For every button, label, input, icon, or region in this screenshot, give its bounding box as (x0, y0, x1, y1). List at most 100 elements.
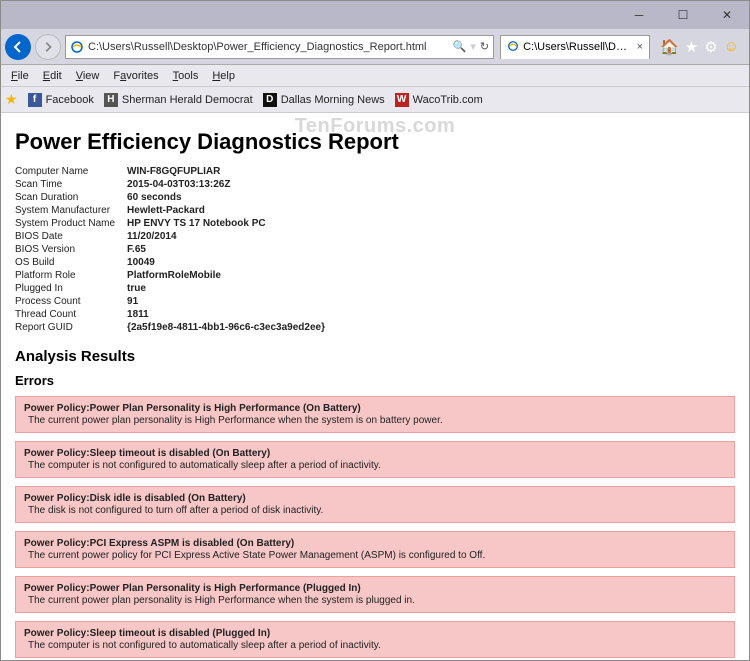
maximize-button[interactable]: ☐ (661, 1, 705, 29)
error-desc: The disk is not configured to turn off a… (24, 505, 726, 516)
titlebar: ─ ☐ ✕ (1, 1, 749, 29)
menu-edit[interactable]: Edit (37, 68, 68, 84)
error-title: Power Policy:Sleep timeout is disabled (… (24, 628, 726, 639)
meta-table: Computer NameWIN-F8GQFUPLIARScan Time201… (15, 165, 331, 334)
error-title: Power Policy:PCI Express ASPM is disable… (24, 538, 726, 549)
meta-value: 11/20/2014 (121, 230, 331, 243)
meta-row: Platform RolePlatformRoleMobile (15, 269, 331, 282)
error-item: Power Policy:Sleep timeout is disabled (… (15, 621, 735, 658)
meta-value: true (121, 282, 331, 295)
favorites-star-icon[interactable]: ★ (685, 38, 698, 56)
forward-button[interactable] (35, 34, 61, 60)
error-item: Power Policy:Power Plan Personality is H… (15, 576, 735, 613)
error-title: Power Policy:Sleep timeout is disabled (… (24, 448, 726, 459)
error-desc: The computer is not configured to automa… (24, 640, 726, 651)
meta-key: Scan Time (15, 178, 121, 191)
favorites-bar: ★ fFacebook HSherman Herald Democrat DDa… (1, 87, 749, 113)
browser-tab[interactable]: C:\Users\Russell\Desktop\P... × (500, 35, 650, 59)
fav-waco[interactable]: WWacoTrib.com (395, 93, 483, 107)
facebook-icon: f (28, 93, 42, 107)
page-title: Power Efficiency Diagnostics Report (15, 129, 735, 155)
meta-key: Platform Role (15, 269, 121, 282)
meta-key: Scan Duration (15, 191, 121, 204)
meta-value: 1811 (121, 308, 331, 321)
meta-key: OS Build (15, 256, 121, 269)
error-item: Power Policy:Disk idle is disabled (On B… (15, 486, 735, 523)
nav-toolbar: 🔍 ▾ ↻ C:\Users\Russell\Desktop\P... × 🏠 … (1, 29, 749, 65)
page-content[interactable]: Power Efficiency Diagnostics Report Comp… (1, 113, 749, 660)
fav-dallas[interactable]: DDallas Morning News (263, 93, 385, 107)
nav-right-icons: 🏠 ★ ⚙ ☺ (654, 38, 745, 56)
smiley-icon[interactable]: ☺ (724, 38, 739, 55)
meta-key: System Manufacturer (15, 204, 121, 217)
meta-row: Report GUID{2a5f19e8-4811-4bb1-96c6-c3ec… (15, 321, 331, 334)
errors-list: Power Policy:Power Plan Personality is H… (15, 396, 735, 658)
meta-row: BIOS Date11/20/2014 (15, 230, 331, 243)
meta-value: 91 (121, 295, 331, 308)
close-button[interactable]: ✕ (705, 1, 749, 29)
meta-row: BIOS VersionF.65 (15, 243, 331, 256)
tab-title: C:\Users\Russell\Desktop\P... (523, 41, 633, 53)
browser-window: ─ ☐ ✕ 🔍 ▾ ↻ C:\Users\Russell\Desktop\P..… (0, 0, 750, 661)
meta-value: F.65 (121, 243, 331, 256)
menu-view[interactable]: View (70, 68, 106, 84)
menu-help[interactable]: Help (206, 68, 241, 84)
meta-row: Scan Duration60 seconds (15, 191, 331, 204)
minimize-button[interactable]: ─ (617, 1, 661, 29)
meta-value: Hewlett-Packard (121, 204, 331, 217)
error-item: Power Policy:PCI Express ASPM is disable… (15, 531, 735, 568)
meta-key: Process Count (15, 295, 121, 308)
meta-value: WIN-F8GQFUPLIAR (121, 165, 331, 178)
error-desc: The current power plan personality is Hi… (24, 415, 726, 426)
meta-value: {2a5f19e8-4811-4bb1-96c6-c3ec3a9ed2ee} (121, 321, 331, 334)
settings-gear-icon[interactable]: ⚙ (704, 38, 717, 56)
error-item: Power Policy:Power Plan Personality is H… (15, 396, 735, 433)
ie-page-icon (507, 40, 519, 55)
error-desc: The computer is not configured to automa… (24, 460, 726, 471)
meta-key: BIOS Date (15, 230, 121, 243)
ie-page-icon (70, 40, 84, 54)
add-favorite-icon[interactable]: ★ (5, 91, 18, 108)
refresh-icon[interactable]: ↻ (480, 40, 489, 53)
error-desc: The current power policy for PCI Express… (24, 550, 726, 561)
fav-sherman[interactable]: HSherman Herald Democrat (104, 93, 253, 107)
meta-row: Thread Count1811 (15, 308, 331, 321)
error-desc: The current power plan personality is Hi… (24, 595, 726, 606)
meta-value: 10049 (121, 256, 331, 269)
error-item: Power Policy:Sleep timeout is disabled (… (15, 441, 735, 478)
errors-heading: Errors (15, 373, 735, 388)
menu-favorites[interactable]: Favorites (107, 68, 164, 84)
meta-key: System Product Name (15, 217, 121, 230)
address-input[interactable] (88, 41, 453, 53)
error-title: Power Policy:Power Plan Personality is H… (24, 583, 726, 594)
home-icon[interactable]: 🏠 (660, 38, 679, 56)
meta-row: Process Count91 (15, 295, 331, 308)
meta-value: HP ENVY TS 17 Notebook PC (121, 217, 331, 230)
meta-row: Scan Time2015-04-03T03:13:26Z (15, 178, 331, 191)
error-title: Power Policy:Power Plan Personality is H… (24, 403, 726, 414)
analysis-heading: Analysis Results (15, 348, 735, 365)
error-title: Power Policy:Disk idle is disabled (On B… (24, 493, 726, 504)
meta-key: BIOS Version (15, 243, 121, 256)
menu-file[interactable]: File (5, 68, 35, 84)
back-button[interactable] (5, 34, 31, 60)
menu-tools[interactable]: Tools (167, 68, 205, 84)
meta-key: Computer Name (15, 165, 121, 178)
meta-key: Thread Count (15, 308, 121, 321)
fav-facebook[interactable]: fFacebook (28, 93, 94, 107)
tab-strip: C:\Users\Russell\Desktop\P... × (500, 35, 650, 59)
sherman-icon: H (104, 93, 118, 107)
back-arrow-icon (11, 40, 25, 54)
tab-close-icon[interactable]: × (637, 41, 643, 53)
meta-row: Plugged Intrue (15, 282, 331, 295)
meta-value: 2015-04-03T03:13:26Z (121, 178, 331, 191)
meta-row: System ManufacturerHewlett-Packard (15, 204, 331, 217)
address-bar[interactable]: 🔍 ▾ ↻ (65, 35, 494, 59)
meta-value: 60 seconds (121, 191, 331, 204)
menu-bar: File Edit View Favorites Tools Help (1, 65, 749, 87)
search-icon[interactable]: 🔍 (453, 40, 467, 53)
meta-row: OS Build10049 (15, 256, 331, 269)
meta-key: Plugged In (15, 282, 121, 295)
dallas-icon: D (263, 93, 277, 107)
waco-icon: W (395, 93, 409, 107)
